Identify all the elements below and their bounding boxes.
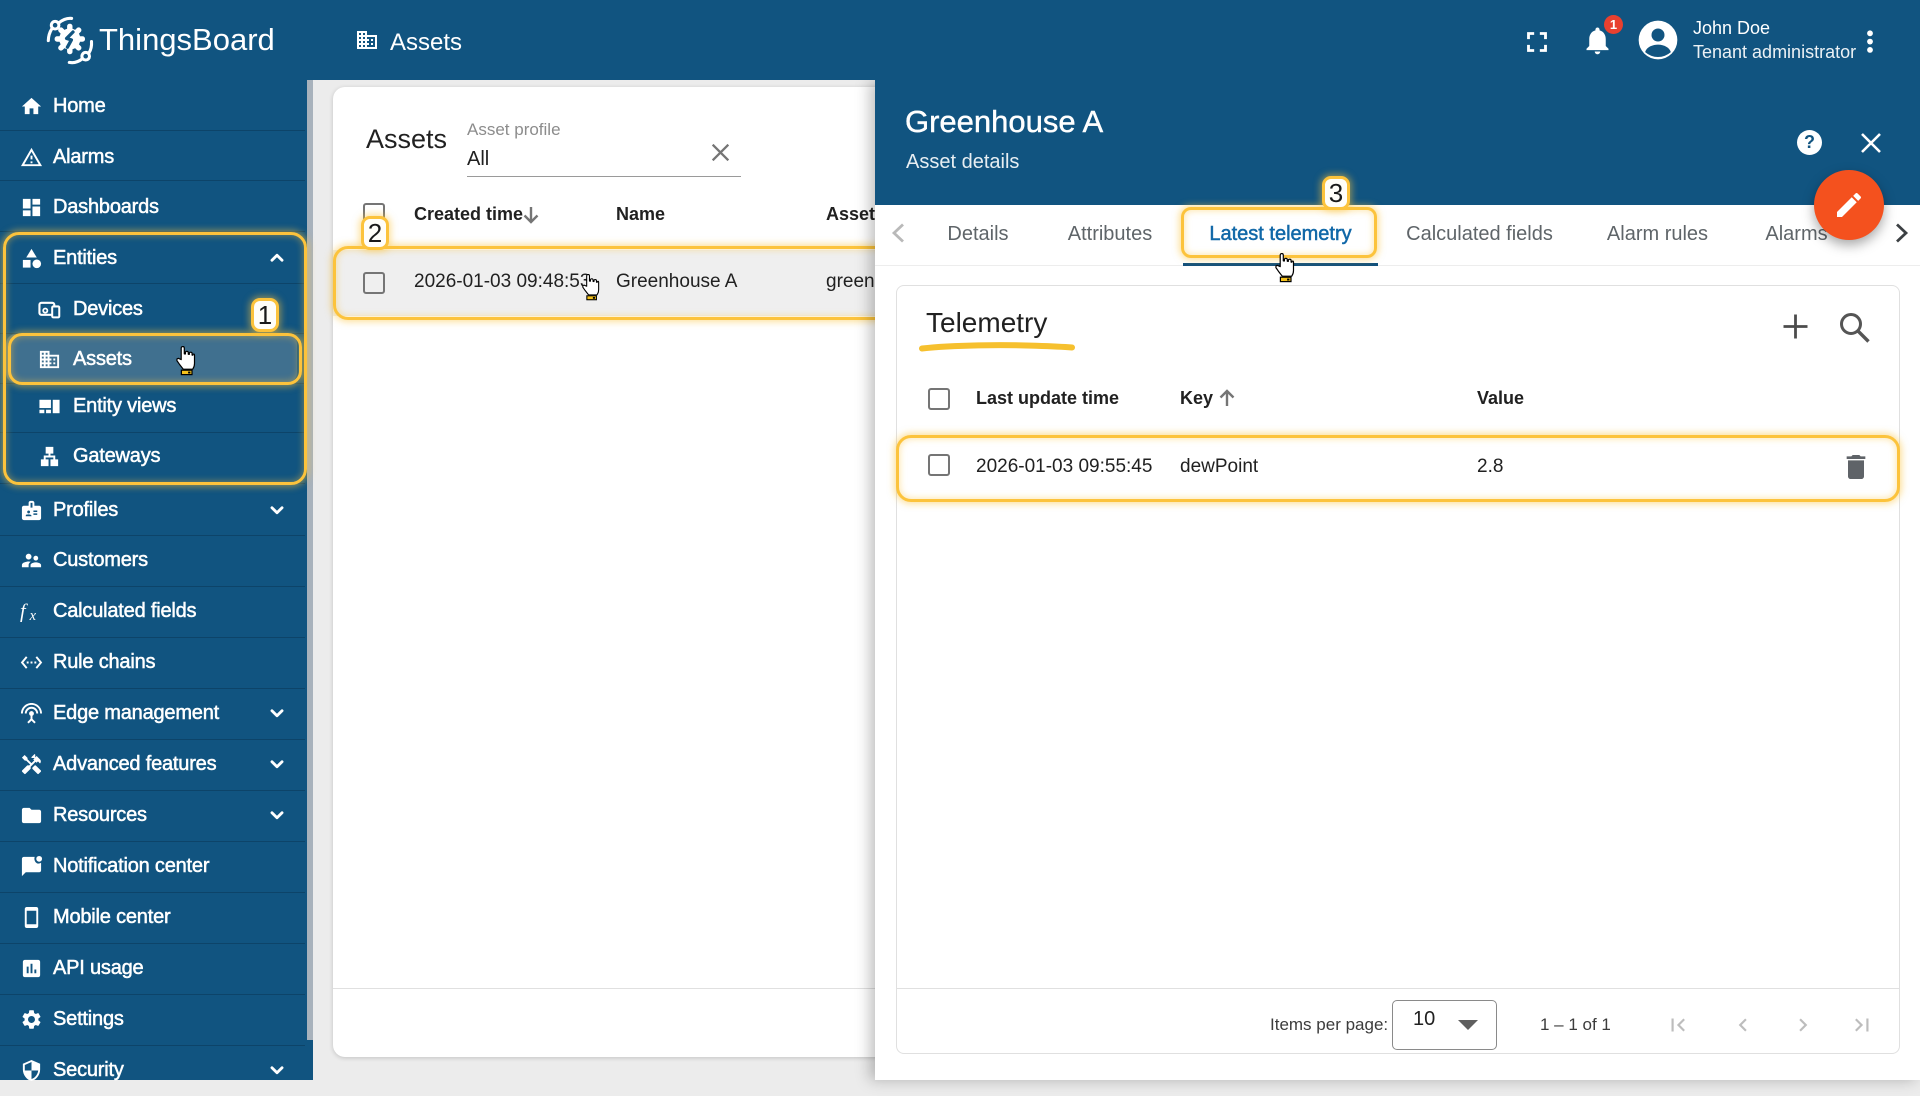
- svg-text:f: f: [20, 600, 28, 622]
- svg-text:x: x: [29, 608, 37, 623]
